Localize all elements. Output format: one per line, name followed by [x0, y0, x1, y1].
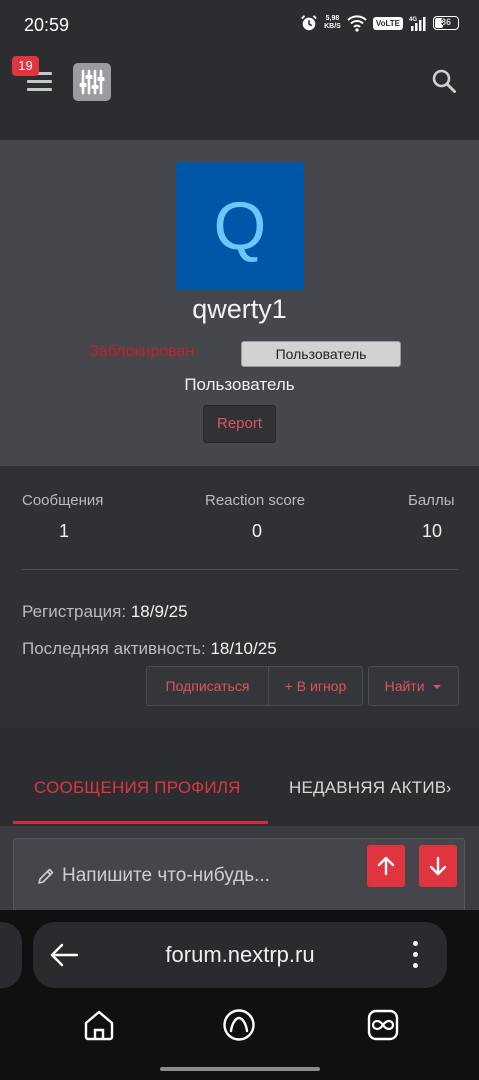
- registration-label: Регистрация:: [22, 602, 127, 621]
- network-speed: 5,98 KB/S: [324, 15, 341, 31]
- battery-icon: 36: [433, 16, 459, 30]
- network-speed-value: 5,98: [325, 15, 340, 22]
- user-status-row: Заблокирован Пользователь: [0, 341, 479, 367]
- points-label: Баллы: [408, 492, 455, 509]
- composer-placeholder-text: Напишите что-нибудь...: [62, 865, 270, 886]
- arrow-down-icon: [429, 856, 447, 876]
- scroll-down-button[interactable]: [419, 845, 457, 887]
- status-time: 20:59: [24, 15, 70, 35]
- report-button[interactable]: Report: [203, 405, 276, 443]
- follow-button[interactable]: Подписаться: [146, 666, 269, 706]
- messages-label: Сообщения: [22, 492, 104, 509]
- last-activity-date: 18/10/25: [210, 639, 277, 658]
- network-speed-unit: KB/S: [324, 23, 341, 30]
- find-menu-button[interactable]: Найти: [368, 666, 459, 706]
- reaction-score-label: Reaction score: [205, 492, 306, 509]
- profile-tabs: СООБЩЕНИЯ ПРОФИЛЯ НЕДАВНЯЯ АКТИВ ›: [0, 738, 479, 825]
- avatar[interactable]: Q: [176, 162, 304, 290]
- url-text[interactable]: forum.nextrp.ru: [33, 942, 447, 968]
- divider: [22, 569, 458, 570]
- reaction-score-value[interactable]: 0: [252, 521, 262, 542]
- sliders-logo-icon[interactable]: [73, 63, 111, 101]
- tab-recent-activity[interactable]: НЕДАВНЯЯ АКТИВ: [289, 778, 446, 798]
- user-title-badge: Пользователь: [241, 341, 401, 367]
- status-icons: 5,98 KB/S VoLTE 4G 36: [300, 14, 459, 32]
- banned-label: Заблокирован: [89, 343, 195, 360]
- active-tab-underline: [13, 821, 268, 824]
- infinity-app-icon[interactable]: [366, 1008, 400, 1042]
- tab-profile-posts[interactable]: СООБЩЕНИЯ ПРОФИЛЯ: [34, 778, 241, 798]
- home-icon[interactable]: [82, 1008, 116, 1042]
- profile-post-composer[interactable]: Напишите что-нибудь...: [13, 838, 465, 912]
- scroll-up-button[interactable]: [367, 845, 405, 887]
- arrow-up-icon: [377, 856, 395, 876]
- registration-date: 18/9/25: [130, 602, 188, 621]
- notification-badge[interactable]: 19: [12, 56, 39, 76]
- signal-icon: 4G: [409, 17, 426, 31]
- volte-badge: VoLTE: [372, 16, 403, 30]
- browser-bar: forum.nextrp.ru: [0, 910, 479, 1080]
- assistant-icon[interactable]: [222, 1008, 256, 1042]
- status-bar: 20:59 5,98 KB/S VoLTE 4G 36: [0, 0, 479, 50]
- app-header: 19: [0, 50, 479, 140]
- pencil-icon: [38, 868, 54, 884]
- battery-level: 36: [440, 17, 451, 27]
- find-label: Найти: [384, 678, 425, 694]
- address-bar[interactable]: forum.nextrp.ru: [33, 922, 447, 988]
- username: qwerty1: [192, 294, 287, 324]
- profile-header: Q qwerty1 Заблокирован Пользователь Поль…: [0, 140, 479, 466]
- previous-tab-handle[interactable]: [0, 922, 22, 988]
- alarm-icon: [301, 15, 317, 31]
- composer-placeholder[interactable]: Напишите что-нибудь...: [36, 865, 270, 887]
- points-value[interactable]: 10: [422, 521, 442, 542]
- ignore-button[interactable]: + В игнор: [269, 666, 363, 706]
- member-stats: Сообщения 1 Reaction score 0 Баллы 10 Ре…: [0, 466, 479, 726]
- registration-line: Регистрация: 18/9/25: [22, 602, 188, 622]
- wifi-icon: [347, 15, 367, 32]
- network-type: 4G: [409, 17, 417, 23]
- search-icon[interactable]: [431, 68, 457, 94]
- last-activity-line: Последняя активность: 18/10/25: [22, 639, 277, 659]
- messages-value[interactable]: 1: [59, 521, 69, 542]
- more-options-icon[interactable]: [407, 940, 425, 970]
- member-actions: Подписаться + В игнор Найти: [146, 666, 459, 706]
- gesture-home-indicator[interactable]: [160, 1067, 320, 1071]
- last-activity-label: Последняя активность:: [22, 639, 206, 658]
- user-title: Пользователь: [184, 375, 295, 394]
- caret-down-icon: [433, 685, 442, 690]
- chevron-right-icon[interactable]: ›: [446, 780, 451, 798]
